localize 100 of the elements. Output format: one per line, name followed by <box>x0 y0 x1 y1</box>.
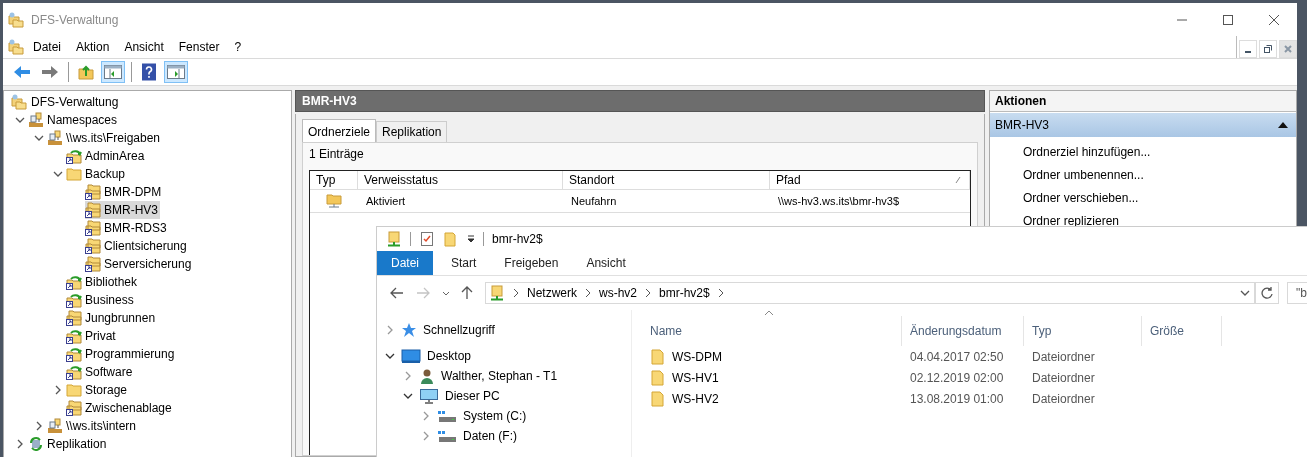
navigation-item[interactable]: Desktop <box>401 348 472 364</box>
tree-item[interactable]: Storage <box>66 381 130 399</box>
chevron-down-icon[interactable] <box>385 351 395 361</box>
synced-folder-icon <box>66 292 82 308</box>
desktop-icon <box>401 348 421 364</box>
navigation-item[interactable]: Walther, Stephan - T1 <box>419 368 558 384</box>
breadcrumb[interactable]: Netzwerk <box>527 286 577 300</box>
linked-folder-icon <box>66 310 82 326</box>
chevron-right-icon[interactable] <box>53 385 63 395</box>
chevron-right-icon[interactable] <box>34 421 44 431</box>
address-bar[interactable]: Netzwerk ws-hv2 bmr-hv2$ <box>485 282 1255 304</box>
tree-item[interactable]: Bibliothek <box>66 273 140 291</box>
breadcrumb[interactable]: ws-hv2 <box>599 286 638 300</box>
linked-folder-icon <box>66 400 82 416</box>
tree-item[interactable]: AdminArea <box>66 147 147 165</box>
tree-item[interactable]: BMR-RDS3 <box>85 219 169 237</box>
tree-item[interactable]: Jungbrunnen <box>66 309 158 327</box>
tree-item[interactable]: \\ws.its\Freigaben <box>47 129 163 147</box>
chevron-right-icon[interactable] <box>512 288 520 298</box>
tree-item[interactable]: Clientsicherung <box>85 237 189 255</box>
column-header[interactable]: Typ <box>1024 316 1142 346</box>
menu-item[interactable]: ? <box>228 38 248 56</box>
ribbon-tab[interactable]: Freigeben <box>490 251 573 275</box>
synced-folder-icon <box>66 274 82 290</box>
column-header[interactable]: Typ <box>310 171 358 189</box>
menu-item[interactable]: Fenster <box>172 38 226 56</box>
column-header[interactable]: Name <box>642 316 902 346</box>
ribbon-tab[interactable]: Start <box>437 251 491 275</box>
tree-item[interactable]: BMR-HV3 <box>85 201 160 219</box>
refresh-button[interactable] <box>1255 282 1279 304</box>
action-link[interactable]: Ordner verschieben... <box>990 189 1139 206</box>
chevron-down-icon[interactable] <box>34 133 44 143</box>
drive-icon <box>437 428 457 444</box>
file-item[interactable]: WS-HV2 <box>642 390 902 407</box>
tree-item[interactable]: Programmierung <box>66 345 177 363</box>
menu-item[interactable]: Datei <box>27 38 67 56</box>
tab[interactable]: Ordnerziele <box>302 119 377 142</box>
column-header[interactable]: Pfad <box>770 171 970 189</box>
table-cell-text: Aktiviert <box>365 194 407 209</box>
ribbon-tab[interactable]: Datei <box>377 251 433 275</box>
linked-folder-icon <box>85 220 101 236</box>
file-item[interactable]: WS-HV1 <box>642 369 902 386</box>
action-link[interactable]: Ordnerziel hinzufügen... <box>990 143 1151 160</box>
tree-item[interactable]: BMR-DPM <box>85 183 164 201</box>
chevron-down-icon[interactable] <box>53 169 63 179</box>
tree-item[interactable]: Replikation <box>28 435 109 453</box>
chevron-down-icon[interactable] <box>403 391 413 401</box>
action-pane-icon <box>167 65 185 79</box>
tree-item[interactable]: DFS-Verwaltung <box>4 93 291 111</box>
back-arrow-icon[interactable] <box>389 285 405 301</box>
star-icon <box>401 322 417 338</box>
chevron-down-icon[interactable] <box>1240 288 1250 298</box>
folder-up-icon <box>78 64 94 80</box>
menu-item[interactable]: Ansicht <box>118 38 170 56</box>
chevron-right-icon[interactable] <box>15 439 25 449</box>
tree-toggle-button[interactable] <box>101 61 125 83</box>
action-link[interactable]: Ordner umbenennen... <box>990 166 1144 183</box>
tree-item[interactable]: Serversicherung <box>85 255 194 273</box>
synced-folder-icon <box>66 328 82 344</box>
column-header[interactable]: Größe <box>1142 316 1222 346</box>
tree-item[interactable]: Namespaces <box>28 111 120 129</box>
action-section-header[interactable]: BMR-HV3 <box>990 113 1296 137</box>
search-field[interactable]: "b <box>1287 282 1307 304</box>
column-header[interactable]: Änderungsdatum <box>902 316 1024 346</box>
chevron-right-icon[interactable] <box>644 288 653 298</box>
dfs-icon <box>8 11 24 28</box>
tree-item[interactable]: \\ws.its\intern <box>47 417 139 435</box>
replication-icon <box>28 436 44 452</box>
network-drive-icon[interactable] <box>386 231 402 247</box>
folder-icon <box>66 382 82 398</box>
action-pane-toggle-button[interactable] <box>164 61 188 83</box>
navigation-item[interactable]: System (C:) <box>437 408 527 424</box>
navigation-item[interactable]: Daten (F:) <box>437 428 517 444</box>
tree-pane-icon <box>104 65 122 79</box>
tree-item[interactable]: Business <box>66 291 136 309</box>
minimize-button[interactable] <box>1239 40 1257 58</box>
navigation-item[interactable]: Schnellzugriff <box>401 322 495 338</box>
tree-item[interactable]: Privat <box>66 327 118 345</box>
up-arrow-icon[interactable] <box>459 285 475 301</box>
breadcrumb[interactable]: bmr-hv2$ <box>659 286 710 300</box>
close-icon <box>1283 44 1293 54</box>
properties-icon[interactable] <box>419 231 435 247</box>
tab[interactable]: Replikation <box>376 121 448 142</box>
chevron-right-icon[interactable] <box>716 288 725 298</box>
tree-item[interactable]: Software <box>66 363 135 381</box>
column-header[interactable]: Standort <box>563 171 770 189</box>
chevron-right-icon[interactable] <box>584 288 592 298</box>
menu-item[interactable]: Aktion <box>70 38 116 56</box>
chevron-down-icon[interactable] <box>15 115 25 125</box>
navigation-item[interactable]: Dieser PC <box>419 388 500 404</box>
ribbon-tab[interactable]: Ansicht <box>572 251 640 275</box>
tree-item[interactable]: Backup <box>66 165 128 183</box>
action-link[interactable]: Ordner replizieren <box>990 212 1120 229</box>
file-item[interactable]: WS-DPM <box>642 348 902 365</box>
pane-header: BMR-HV3 <box>295 90 985 112</box>
tree-item[interactable]: Zwischenablage <box>66 399 174 417</box>
restore-button[interactable] <box>1259 40 1277 58</box>
namespace-icon <box>28 112 44 128</box>
dropdown-caret-icon[interactable] <box>467 235 475 243</box>
column-header[interactable]: Verweisstatus <box>358 171 563 189</box>
